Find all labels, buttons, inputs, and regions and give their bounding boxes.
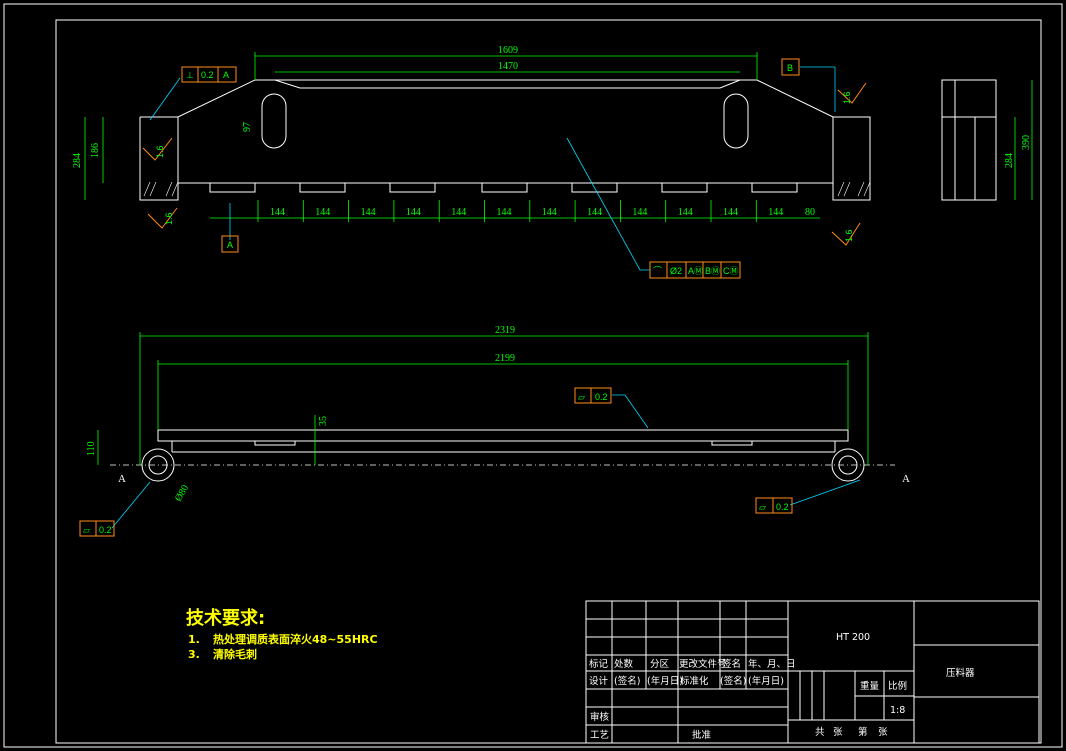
- title-block: HT 200 压料器 1:8 标记 处数 分区 更改文件号 签名 年、月、日 设…: [585, 600, 1040, 744]
- dim-hole: Ø80: [173, 483, 191, 503]
- dim-2199: 2199: [495, 353, 515, 364]
- pitch-label: 144: [361, 207, 376, 218]
- svg-text:⊥: ⊥: [186, 70, 194, 80]
- outer-frame: [3, 3, 1063, 748]
- svg-text:重量: 重量: [860, 680, 880, 692]
- svg-text:(年月日): (年月日): [748, 675, 784, 687]
- pitch-label: 144: [542, 207, 557, 218]
- svg-text:批准: 批准: [692, 729, 712, 741]
- svg-text:(签名): (签名): [614, 675, 640, 687]
- dim-end: 80: [805, 207, 815, 218]
- dim-1609: 1609: [498, 45, 518, 56]
- svg-text:AⓂ: AⓂ: [688, 266, 703, 276]
- scale-value: 1:8: [890, 705, 905, 716]
- svg-text:标准化: 标准化: [680, 675, 709, 687]
- slot-right: [723, 93, 749, 149]
- pitch-label: 144: [768, 207, 783, 218]
- pitch-labels: 144 144 144 144 144 144 144 144 144 144 144 144: [257, 200, 783, 222]
- svg-text:1.6: 1.6: [844, 229, 854, 242]
- drawing-canvas: 1609 1470 144 144 144 144 144 144 144 144 144 144…: [3, 3, 1063, 748]
- svg-text:0.2: 0.2: [595, 392, 608, 402]
- part-name: 压料器: [946, 667, 975, 679]
- svg-text:审核: 审核: [590, 711, 610, 723]
- dim-284-right: 284: [1004, 153, 1015, 168]
- svg-text:(签名): (签名): [720, 675, 746, 687]
- pitch-label: 144: [270, 207, 285, 218]
- svg-text:Ø2: Ø2: [670, 266, 682, 276]
- tolerance-perp: ⊥ 0.2 A: [181, 66, 237, 83]
- material-label: HT 200: [836, 632, 870, 643]
- svg-text:共: 共: [815, 727, 825, 738]
- dim-284-left: 284: [72, 153, 83, 168]
- slot-left: [261, 93, 287, 149]
- svg-text:工艺: 工艺: [590, 730, 609, 741]
- svg-text:第: 第: [858, 726, 868, 738]
- svg-text:(年月日): (年月日): [647, 675, 683, 687]
- svg-text:年、月、日: 年、月、日: [748, 658, 796, 670]
- section-a-left: A: [118, 473, 126, 485]
- dim-35: 35: [318, 416, 329, 426]
- pitch-label: 144: [632, 207, 647, 218]
- pitch-label: 144: [451, 207, 466, 218]
- svg-text:▱: ▱: [83, 525, 90, 535]
- svg-text:A: A: [223, 70, 229, 80]
- svg-text:处数: 处数: [614, 658, 634, 670]
- tolerance-profile: ⌒ Ø2 AⓂ BⓂ CⓂ: [649, 261, 741, 279]
- svg-text:▱: ▱: [759, 502, 766, 512]
- dim-97: 97: [242, 122, 253, 132]
- requirement-1: 热处理调质表面淬火48~55HRC: [213, 632, 378, 646]
- svg-text:▱: ▱: [578, 392, 585, 402]
- svg-text:签名: 签名: [722, 658, 741, 670]
- dim-110: 110: [86, 441, 97, 456]
- svg-text:张: 张: [833, 727, 843, 738]
- dim-1470: 1470: [498, 61, 518, 72]
- svg-text:1.6: 1.6: [155, 145, 165, 158]
- svg-text:B: B: [787, 63, 793, 73]
- requirement-2: 清除毛刺: [213, 647, 257, 661]
- datum-b: B: [781, 58, 800, 76]
- requirements-title: 技术要求:: [186, 607, 265, 629]
- dim-2319: 2319: [495, 325, 515, 336]
- pitch-label: 144: [723, 207, 738, 218]
- svg-text:0.2: 0.2: [201, 70, 214, 80]
- svg-text:0.2: 0.2: [776, 502, 789, 512]
- svg-text:1.: 1.: [188, 633, 200, 646]
- bottom-teeth: [209, 182, 798, 193]
- flatness-right: ▱ 0.2: [755, 497, 793, 514]
- svg-text:1.6: 1.6: [164, 212, 174, 225]
- section-a-right: A: [902, 473, 910, 485]
- svg-text:更改文件号: 更改文件号: [679, 658, 727, 670]
- svg-text:CⓂ: CⓂ: [723, 266, 739, 276]
- svg-text:张: 张: [878, 727, 888, 738]
- side-view: 284 390: [941, 79, 1033, 201]
- svg-text:设计: 设计: [589, 675, 609, 687]
- pitch-label: 144: [678, 207, 693, 218]
- pitch-label: 144: [587, 207, 602, 218]
- svg-text:分区: 分区: [650, 659, 670, 670]
- svg-text:标记: 标记: [589, 658, 609, 670]
- svg-text:BⓂ: BⓂ: [705, 266, 720, 276]
- svg-text:1.6: 1.6: [842, 91, 852, 104]
- roughness-marks: 1.6 1.6 1.6 1.6: [142, 82, 867, 246]
- svg-text:3.: 3.: [188, 648, 200, 661]
- pitch-label: 144: [497, 207, 512, 218]
- inner-frame: [55, 19, 1042, 744]
- svg-text:比例: 比例: [888, 680, 907, 692]
- flatness-left: ▱ 0.2: [79, 520, 115, 537]
- svg-text:⌒: ⌒: [653, 266, 662, 276]
- flatness-top: ▱ 0.2: [574, 387, 612, 404]
- dim-390: 390: [1021, 135, 1032, 150]
- svg-text:0.2: 0.2: [99, 525, 112, 535]
- technical-requirements: 技术要求: 1. 热处理调质表面淬火48~55HRC 3. 清除毛刺: [186, 607, 378, 661]
- pitch-label: 144: [315, 207, 330, 218]
- svg-text:A: A: [227, 240, 233, 250]
- pitch-label: 144: [406, 207, 421, 218]
- dim-186: 186: [90, 143, 101, 158]
